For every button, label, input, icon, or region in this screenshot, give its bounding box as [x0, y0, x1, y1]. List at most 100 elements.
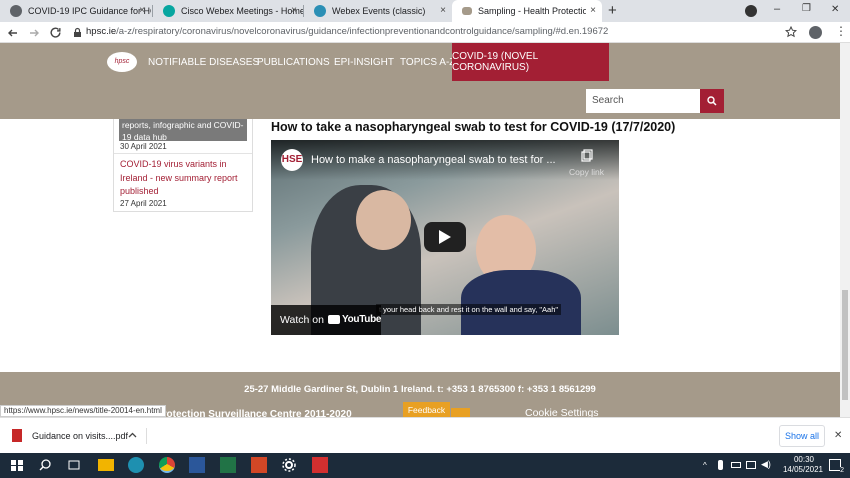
windows-taskbar: ^ ◀) 00:30 14/05/2021 2 — [0, 453, 850, 478]
chevron-up-icon[interactable] — [128, 432, 137, 438]
page-title: How to take a nasopharyngeal swab to tes… — [271, 120, 676, 134]
play-icon — [439, 230, 451, 244]
hpsc-logo[interactable]: hpsc — [107, 52, 137, 72]
channel-avatar-icon[interactable]: HSE — [281, 149, 303, 171]
video-caption: t your head back and rest it on the wall… — [376, 304, 562, 315]
divider — [114, 153, 252, 154]
file-explorer-icon[interactable] — [98, 459, 114, 471]
show-hidden-icons[interactable]: ^ — [703, 461, 707, 470]
tab-title: Webex Events (classic) — [332, 6, 426, 16]
chrome-icon[interactable] — [159, 457, 175, 473]
webex-icon — [163, 5, 175, 17]
lock-icon[interactable] — [73, 27, 82, 38]
address-bar: hpsc.ie/a-z/respiratory/coronavirus/nove… — [0, 22, 850, 43]
tab-bar: COVID-19 IPC Guidance for HCW × Cisco We… — [0, 0, 850, 22]
nav-notifiable-diseases[interactable]: NOTIFIABLE DISEASES — [148, 57, 259, 68]
pdf-icon — [12, 429, 22, 442]
play-button[interactable] — [424, 222, 466, 252]
minimize-button[interactable]: – — [774, 3, 780, 15]
nav-publications[interactable]: PUBLICATIONS — [257, 57, 330, 68]
tab-sampling[interactable]: Sampling - Health Protection Su × — [452, 0, 602, 22]
forward-icon[interactable] — [28, 27, 40, 39]
close-window-button[interactable]: ✕ — [831, 4, 839, 15]
gear-icon[interactable] — [281, 457, 297, 473]
clock-date[interactable]: 14/05/2021 — [779, 465, 827, 474]
search-icon[interactable] — [37, 457, 53, 473]
tab-webex-events[interactable]: Webex Events (classic) × — [304, 0, 452, 22]
search-input[interactable]: Search — [586, 89, 700, 113]
close-tab-icon[interactable]: × — [291, 5, 297, 16]
sidebar-item-data-hub[interactable]: reports, infographic and COVID-19 data h… — [119, 119, 247, 141]
status-url: https://www.hpsc.ie/news/title-20014-en.… — [0, 405, 166, 417]
cookie-settings-link[interactable]: Cookie Settings — [525, 407, 599, 417]
hpsc-icon — [462, 7, 472, 15]
search-button[interactable] — [700, 89, 724, 113]
nav-covid-19[interactable]: COVID-19 (NOVEL CORONAVIRUS) — [452, 43, 609, 81]
microphone-icon[interactable] — [718, 460, 723, 470]
tab-title: COVID-19 IPC Guidance for HCW — [28, 6, 151, 16]
account-icon[interactable] — [809, 26, 822, 39]
patient-figure — [461, 270, 581, 335]
acrobat-icon[interactable] — [312, 457, 328, 473]
nurse-head — [356, 190, 411, 250]
tab-title: Sampling - Health Protection Su — [478, 6, 586, 16]
battery-icon[interactable] — [731, 462, 741, 468]
tab-webex-meetings[interactable]: Cisco Webex Meetings - Home × — [153, 0, 303, 22]
excel-icon[interactable] — [220, 457, 236, 473]
close-tab-icon[interactable]: × — [139, 5, 145, 16]
close-downloads-icon[interactable]: ✕ — [834, 430, 842, 441]
url-field[interactable]: hpsc.ie/a-z/respiratory/coronavirus/nove… — [86, 26, 608, 37]
news-date: 27 April 2021 — [120, 199, 167, 208]
footer-copyright: Protection Surveillance Centre 2011-2020 — [156, 409, 352, 417]
notification-count: 2 — [840, 467, 844, 474]
reload-icon[interactable] — [49, 26, 62, 39]
nav-topics-a-z[interactable]: TOPICS A-Z — [400, 57, 455, 68]
globe-icon[interactable] — [128, 457, 144, 473]
network-icon[interactable] — [746, 461, 756, 469]
new-tab-button[interactable]: + — [608, 2, 617, 19]
restore-button[interactable]: ❐ — [802, 3, 811, 14]
footer-address: 25-27 Middle Gardiner St, Dublin 1 Irela… — [244, 384, 596, 395]
downloads-bar: Guidance on visits....pdf Show all ✕ — [0, 417, 850, 453]
profile-menu-icon[interactable] — [745, 5, 757, 17]
site-header: hpsc NOTIFIABLE DISEASES PUBLICATIONS EP… — [0, 43, 840, 119]
youtube-video-player[interactable]: HSE How to make a nasopharyngeal swab to… — [271, 140, 619, 335]
globe-icon — [10, 5, 22, 17]
volume-icon[interactable]: ◀) — [761, 459, 771, 470]
menu-icon[interactable]: ⋮ — [835, 24, 847, 38]
watch-on-label: Watch on — [280, 314, 324, 326]
star-icon[interactable] — [785, 26, 797, 38]
word-icon[interactable] — [189, 457, 205, 473]
search-icon — [707, 96, 717, 106]
tab-title: Cisco Webex Meetings - Home — [181, 6, 303, 16]
youtube-icon — [328, 315, 340, 324]
close-tab-icon[interactable]: × — [590, 5, 596, 16]
url-path: /a-z/respiratory/coronavirus/novelcorona… — [116, 26, 609, 37]
windows-start-icon[interactable] — [9, 457, 25, 473]
copy-link-icon[interactable] — [581, 149, 593, 162]
task-view-icon[interactable] — [66, 457, 82, 473]
watch-on-youtube[interactable]: Watch on YouTube — [271, 305, 382, 335]
powerpoint-icon[interactable] — [251, 457, 267, 473]
show-all-button[interactable]: Show all — [779, 425, 825, 447]
feedback-button[interactable]: Feedback — [403, 402, 450, 417]
clock-time[interactable]: 00:30 — [786, 455, 822, 464]
sidebar-item-variants[interactable]: COVID-19 virus variants in Ireland - new… — [120, 158, 245, 199]
tab-covid-ipc[interactable]: COVID-19 IPC Guidance for HCW × — [0, 0, 151, 22]
url-domain: hpsc.ie — [86, 26, 117, 37]
notifications-icon[interactable]: 2 — [829, 459, 844, 474]
web-page: hpsc NOTIFIABLE DISEASES PUBLICATIONS EP… — [0, 43, 840, 417]
badge-icon — [451, 408, 470, 417]
video-title[interactable]: How to make a nasopharyngeal swab to tes… — [311, 154, 556, 166]
copy-link-label[interactable]: Copy link — [569, 167, 604, 177]
download-filename[interactable]: Guidance on visits....pdf — [32, 431, 128, 441]
back-icon[interactable] — [7, 27, 19, 39]
news-sidebar: reports, infographic and COVID-19 data h… — [113, 119, 253, 212]
webex-icon — [314, 5, 326, 17]
scrollbar-thumb[interactable] — [842, 290, 848, 400]
close-tab-icon[interactable]: × — [440, 5, 446, 16]
news-date: 30 April 2021 — [120, 142, 167, 151]
youtube-label: YouTube — [342, 314, 382, 325]
nav-epi-insight[interactable]: EPI-INSIGHT — [334, 57, 394, 68]
divider — [146, 428, 147, 444]
